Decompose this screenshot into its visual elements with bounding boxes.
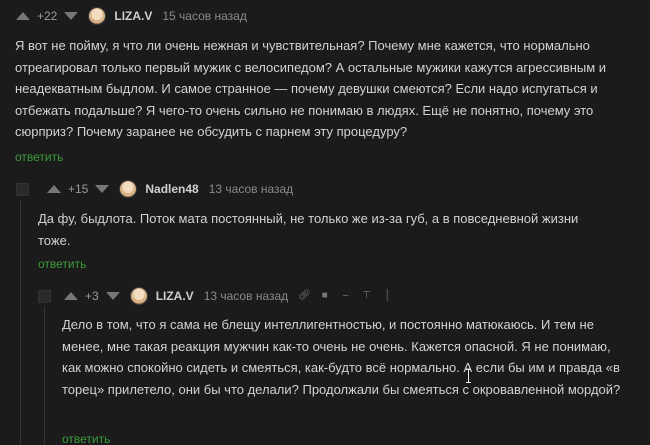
comment-header: +22 LIZA.V 15 часов назад [16,3,257,29]
comment-author[interactable]: LIZA.V [114,9,152,23]
comment-text: Да фу, быдлота. Поток мата постоянный, н… [38,211,579,248]
more-icon[interactable]: │ [382,291,393,301]
comment-rating: +3 [85,289,99,303]
comment-time[interactable]: 15 часов назад [162,9,246,23]
collapse-button[interactable] [16,182,29,196]
comment-tools: 🔗︎ ■ – ⊤ │ [298,291,393,301]
avatar[interactable] [129,287,148,305]
comment-rating: +22 [37,9,58,23]
downvote-icon[interactable] [105,292,120,300]
comments-page: +22 LIZA.V 15 часов назад Я вот не пойму… [0,0,650,445]
minus-icon[interactable]: – [340,291,351,301]
comment-text: Дело в том, что я сама не блещу интеллиг… [62,317,621,397]
comment-time[interactable]: 13 часов назад [209,182,293,196]
comment-header: +15 Nadlen48 13 часов назад [16,176,303,202]
upvote-icon[interactable] [64,292,78,300]
avatar[interactable] [88,7,107,25]
upvote-icon[interactable] [16,12,30,20]
downvote-icon[interactable] [95,185,110,193]
reply-link[interactable]: ответить [15,150,63,164]
thread-line[interactable] [44,306,45,445]
collapse-button[interactable] [38,289,51,303]
comment-time[interactable]: 13 часов назад [204,289,288,303]
upvote-icon[interactable] [47,185,61,193]
reply-link[interactable]: ответить [38,257,86,271]
reply-link[interactable]: ответить [62,432,110,445]
thread-line[interactable] [20,200,21,445]
text-cursor-icon [466,369,472,383]
comment-rating: +15 [68,182,89,196]
downvote-icon[interactable] [64,12,79,20]
save-icon[interactable]: ■ [319,291,330,301]
comment-header: +3 LIZA.V 13 часов назад 🔗︎ ■ – ⊤ │ [38,283,393,309]
comment-author[interactable]: LIZA.V [156,289,194,303]
comment-text: Я вот не пойму, я что ли очень нежная и … [15,38,607,139]
comment-author[interactable]: Nadlen48 [145,182,198,196]
pin-icon[interactable]: ⊤ [361,291,372,301]
link-icon[interactable]: 🔗︎ [298,291,311,301]
avatar[interactable] [119,180,138,198]
